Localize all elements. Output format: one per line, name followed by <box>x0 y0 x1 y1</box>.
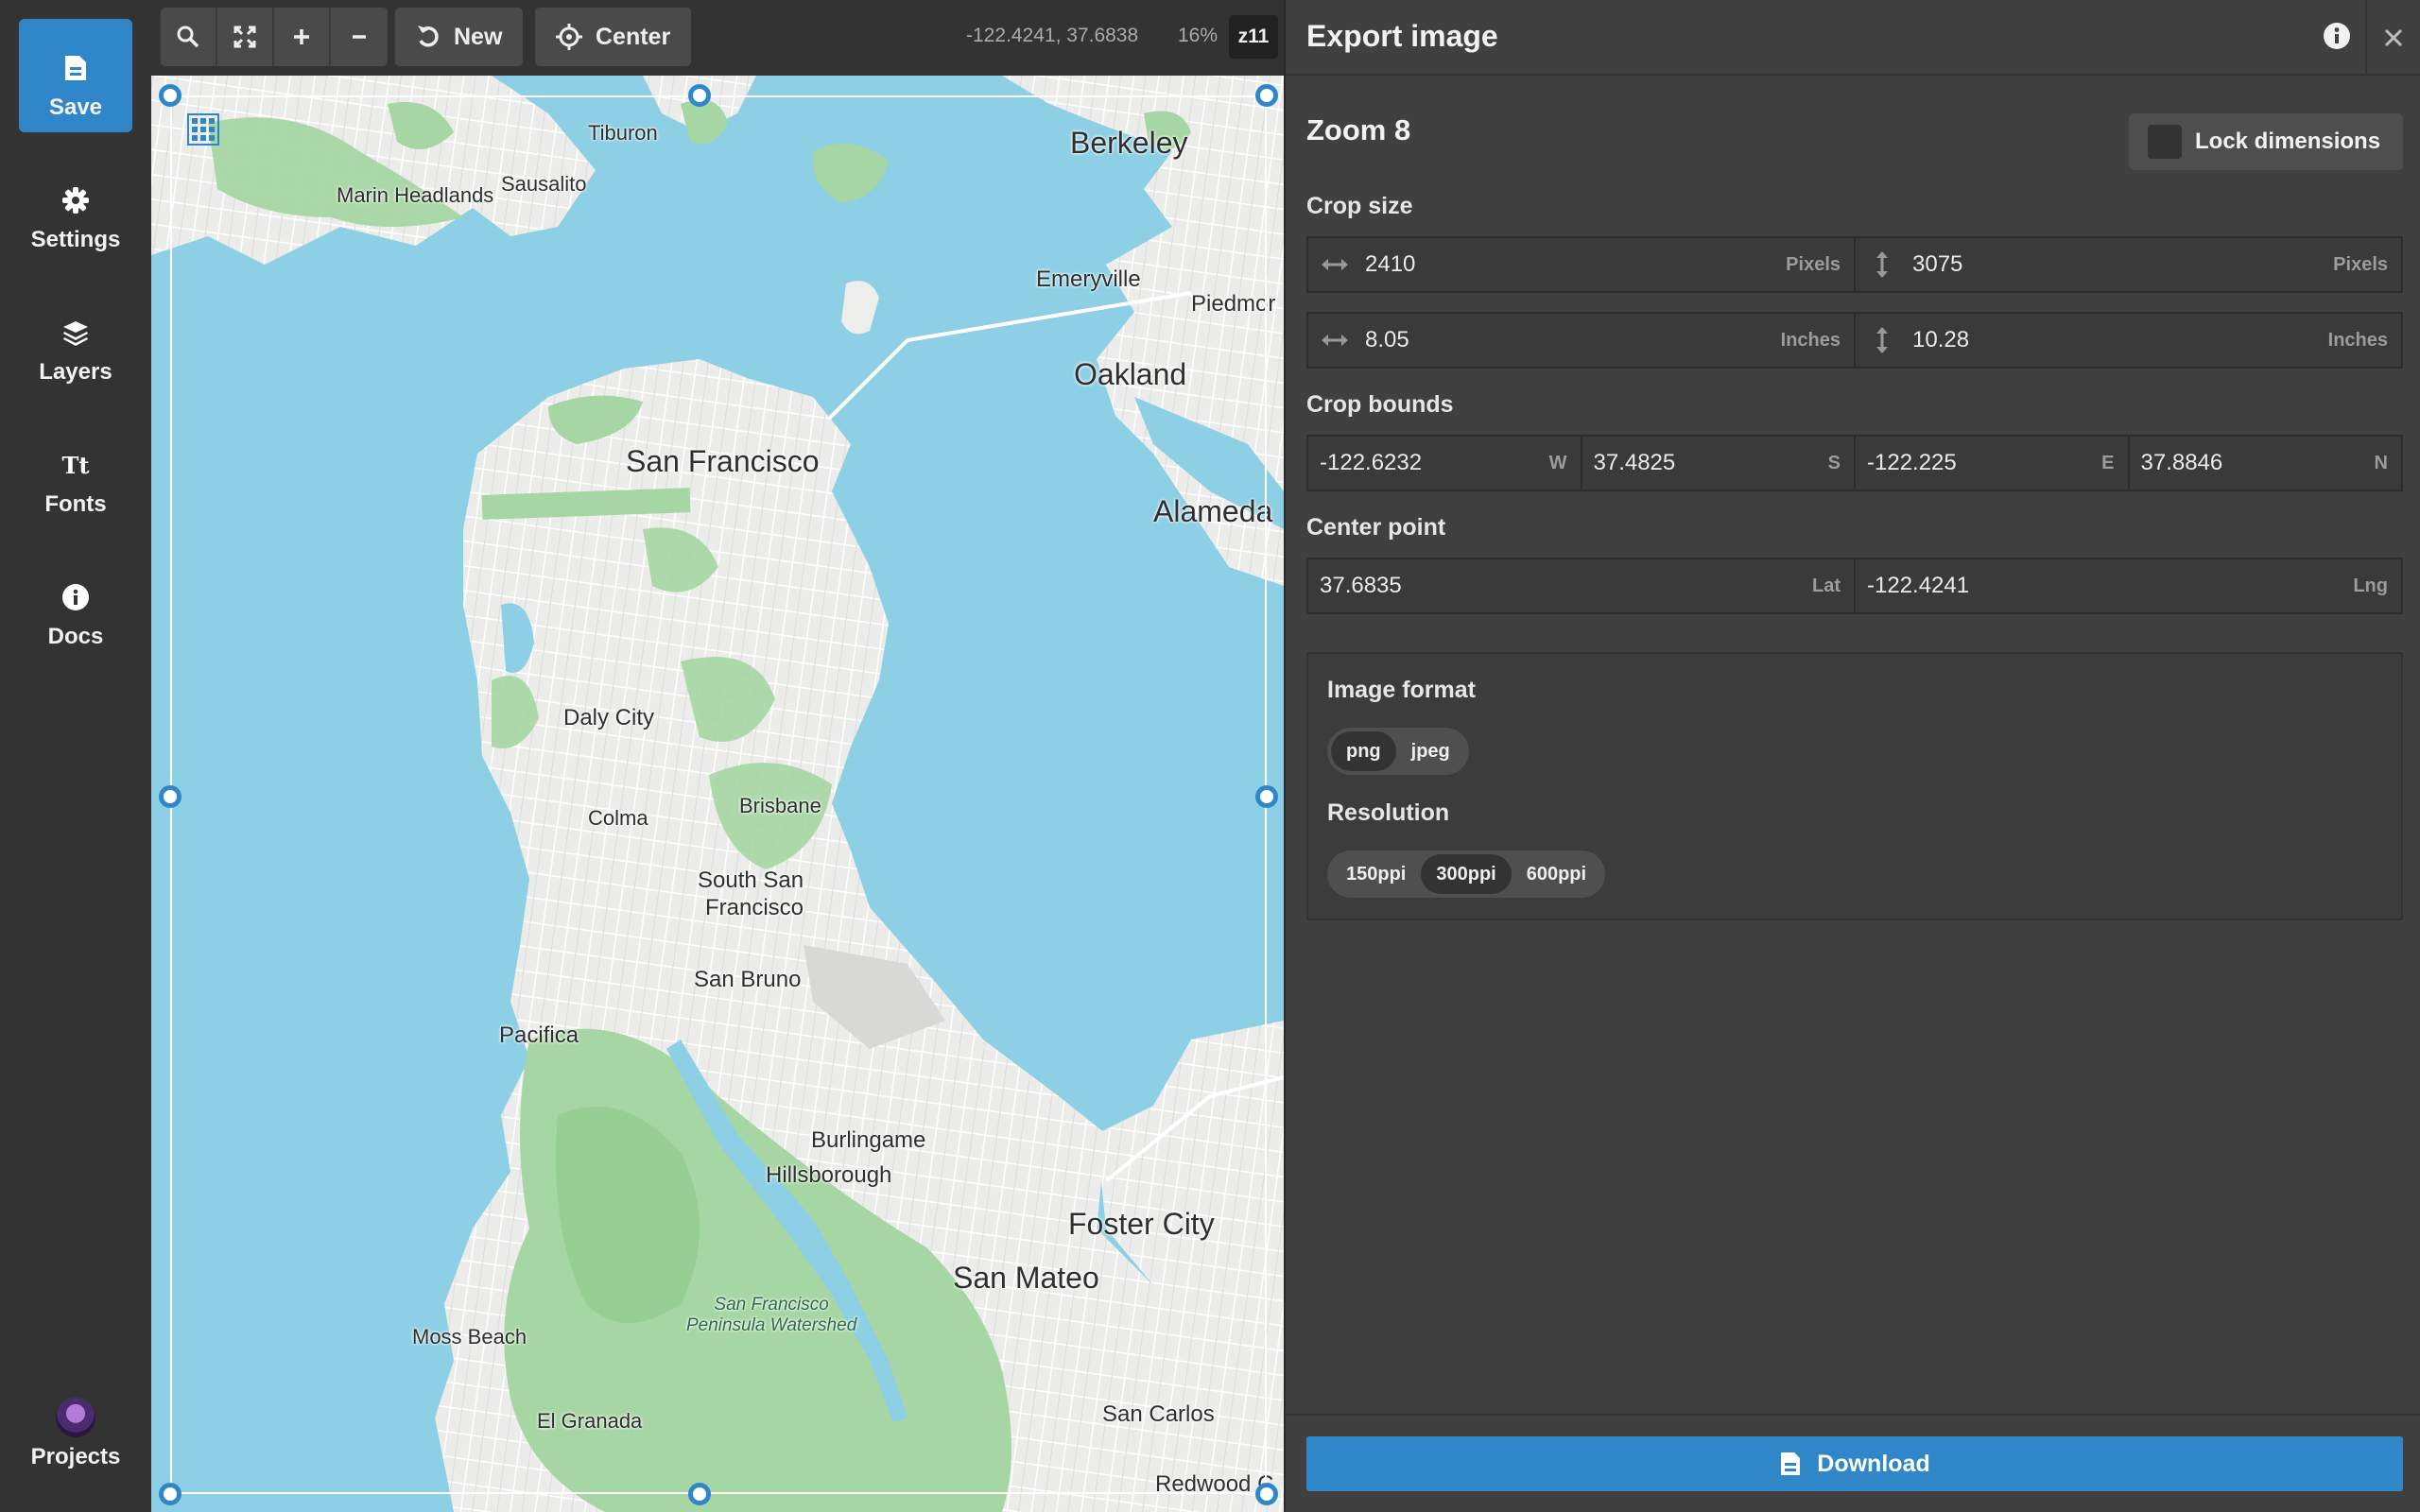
search-icon[interactable] <box>161 8 217 66</box>
settings-button[interactable]: Settings <box>19 151 132 265</box>
docs-button[interactable]: Docs <box>19 548 132 662</box>
center-button[interactable]: Center <box>535 8 692 66</box>
grid-icon[interactable] <box>187 113 219 150</box>
image-format-label: Image format <box>1327 677 1476 703</box>
resolution-selector: 150ppi 300ppi 600ppi <box>1327 850 1606 898</box>
zoom-percent: 16% <box>1178 25 1219 46</box>
crosshair-icon <box>556 24 582 50</box>
export-panel: Export image Zoom 8 Lock dimensions Crop… <box>1284 0 2420 1512</box>
resolution-option-150[interactable]: 150ppi <box>1331 854 1421 894</box>
download-button[interactable]: Download <box>1306 1436 2403 1491</box>
zoom-in-icon[interactable] <box>274 8 331 66</box>
layers-icon <box>19 316 132 350</box>
docs-label: Docs <box>47 624 104 649</box>
crop-size-label: Crop size <box>1306 193 1413 219</box>
width-inches-field[interactable]: 8.05 Inches <box>1308 314 1856 367</box>
format-selector: png jpeg <box>1327 728 1469 775</box>
avatar <box>19 1397 132 1438</box>
document-icon <box>1781 1452 1801 1475</box>
panel-footer-divider <box>1286 1414 2420 1416</box>
pixel-size-row: 2410 Pixels 3075 Pixels <box>1306 236 2403 293</box>
settings-label: Settings <box>30 227 121 252</box>
format-options-box: Image format png jpeg Resolution 150ppi … <box>1306 652 2403 920</box>
longitude-field[interactable]: -122.4241 Lng <box>1856 559 2401 612</box>
resolution-option-600[interactable]: 600ppi <box>1512 854 1601 894</box>
fit-extent-icon[interactable] <box>217 8 274 66</box>
fonts-icon: Tt <box>61 451 90 479</box>
resolution-option-300[interactable]: 300ppi <box>1421 854 1512 894</box>
crop-handle-top-left[interactable] <box>159 84 182 107</box>
panel-header: Export image <box>1286 0 2420 76</box>
save-label: Save <box>48 94 103 120</box>
layers-label: Layers <box>39 359 112 385</box>
left-sidebar: Save Settings Layers Tt Fonts Docs Proje… <box>0 0 151 1512</box>
crop-handle-left[interactable] <box>159 785 182 808</box>
zoom-level-badge: z11 <box>1229 15 1278 59</box>
crop-handle-top-right[interactable] <box>1255 84 1278 107</box>
bound-north-field[interactable]: 37.8846 N <box>2130 437 2402 490</box>
inch-size-row: 8.05 Inches 10.28 Inches <box>1306 312 2403 369</box>
resolution-label: Resolution <box>1327 799 1450 826</box>
vertical-arrows-icon <box>1867 326 1897 354</box>
crop-bounds-label: Crop bounds <box>1306 391 1454 418</box>
crop-handle-bottom-right[interactable] <box>1255 1483 1278 1505</box>
info-icon[interactable] <box>2322 21 2356 55</box>
format-option-png[interactable]: png <box>1331 731 1396 771</box>
center-point-label: Center point <box>1306 514 1446 541</box>
latitude-field[interactable]: 37.6835 Lat <box>1308 559 1856 612</box>
horizontal-arrows-icon <box>1320 257 1350 272</box>
bound-south-field[interactable]: 37.4825 S <box>1582 437 1856 490</box>
projects-button[interactable]: Projects <box>19 1380 132 1503</box>
gear-icon <box>19 183 132 217</box>
height-pixels-field[interactable]: 3075 Pixels <box>1856 238 2401 291</box>
fonts-label: Fonts <box>44 491 107 517</box>
crop-handle-top[interactable] <box>688 84 711 107</box>
crop-handle-bottom[interactable] <box>688 1483 711 1505</box>
close-icon[interactable] <box>2365 0 2420 76</box>
lock-checkbox[interactable] <box>2148 125 2182 159</box>
bound-west-field[interactable]: -122.6232 W <box>1308 437 1582 490</box>
fonts-button[interactable]: Tt Fonts <box>19 416 132 529</box>
horizontal-arrows-icon <box>1320 333 1350 348</box>
height-inches-field[interactable]: 10.28 Inches <box>1856 314 2401 367</box>
panel-title: Export image <box>1306 19 1498 53</box>
map-tools <box>161 8 388 66</box>
width-pixels-field[interactable]: 2410 Pixels <box>1308 238 1856 291</box>
cursor-coordinates: -122.4241, 37.6838 <box>966 25 1139 46</box>
crop-handle-right[interactable] <box>1255 785 1278 808</box>
center-point-row: 37.6835 Lat -122.4241 Lng <box>1306 558 2403 614</box>
crop-handle-bottom-left[interactable] <box>159 1483 182 1505</box>
bound-east-field[interactable]: -122.225 E <box>1856 437 2130 490</box>
new-button[interactable]: New <box>395 8 524 66</box>
projects-label: Projects <box>30 1444 121 1469</box>
refresh-icon <box>418 26 439 47</box>
map-canvas[interactable]: Tiburon Berkeley Marin Headlands Sausali… <box>151 0 1284 1512</box>
layers-button[interactable]: Layers <box>19 284 132 397</box>
info-icon <box>19 580 132 614</box>
format-option-jpeg[interactable]: jpeg <box>1396 731 1465 771</box>
save-button[interactable]: Save <box>19 19 132 132</box>
map-toolbar: New Center -122.4241, 37.6838 16% z11 <box>151 0 1284 76</box>
vertical-arrows-icon <box>1867 250 1897 279</box>
zoom-out-icon[interactable] <box>331 8 388 66</box>
crop-bounds-row: -122.6232 W 37.4825 S -122.225 E 37.8846… <box>1306 435 2403 491</box>
save-icon <box>19 51 132 85</box>
lock-dimensions-toggle[interactable]: Lock dimensions <box>2129 113 2403 170</box>
zoom-title: Zoom 8 <box>1306 113 1411 146</box>
crop-frame[interactable] <box>170 95 1267 1494</box>
